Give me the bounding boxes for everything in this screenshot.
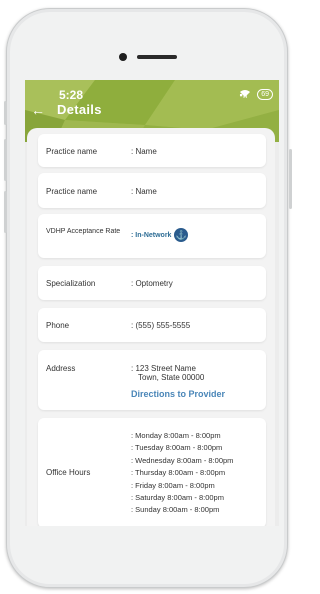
field-label: VDHP Acceptance Rate — [46, 228, 121, 235]
hours-row: : Monday 8:00am - 8:00pm — [131, 431, 221, 440]
address-card: Address : 123 Street Name Town, State 00… — [38, 350, 266, 410]
details-sheet: Practice name : Name Practice name : Nam… — [27, 128, 275, 526]
status-icons: ▪ıl 69 — [239, 89, 273, 100]
field-label: Phone — [46, 321, 70, 330]
field-value: : Optometry — [131, 279, 173, 288]
hours-row: : Saturday 8:00am - 8:00pm — [131, 493, 224, 503]
speaker-grille — [137, 55, 177, 59]
power-button — [289, 149, 292, 209]
battery-indicator: 69 — [257, 89, 273, 100]
practice-name-card: Practice name : Name — [38, 134, 266, 167]
specialization-card: Specialization : Optometry — [38, 266, 266, 300]
field-label: Practice name — [46, 147, 98, 156]
address-line2: Town, State 00000 — [138, 373, 205, 382]
field-value: : Name — [131, 187, 157, 196]
hours-row: : Thursday 8:00am - 8:00pm — [131, 468, 226, 478]
hours-row: : Tuesday 8:00am - 8:00pm — [131, 443, 223, 453]
front-camera — [119, 53, 127, 61]
acceptance-value: : In-Network ⚓ — [131, 228, 189, 242]
page-title: Details — [57, 102, 102, 117]
address-line1: : 123 Street Name — [131, 364, 196, 373]
office-hours-card: Office Hours : Monday 8:00am - 8:00pm : … — [38, 418, 266, 526]
volume-down-button — [4, 191, 7, 233]
directions-link[interactable]: Directions to Provider — [131, 389, 225, 399]
back-arrow-icon[interactable]: ← — [31, 102, 45, 118]
field-label: Practice name — [46, 187, 98, 196]
field-label: Specialization — [46, 279, 96, 288]
field-label: Office Hours — [46, 468, 91, 477]
in-network-text: : In-Network — [131, 232, 172, 240]
hours-row: : Friday 8:00am - 8:00pm — [131, 480, 215, 490]
hours-row: : Wednesday 8:00am - 8:00pm — [131, 455, 234, 465]
app-screen: 5:28 ▪ıl 69 ← Details Practice name : Na… — [25, 80, 279, 526]
volume-up-button — [4, 139, 7, 181]
phone-card: Phone : (555) 555-5555 — [38, 308, 266, 342]
hours-row: : Sunday 8:00am - 8:00pm — [131, 505, 220, 515]
practice-name-card: Practice name : Name — [38, 173, 266, 208]
phone-value[interactable]: : (555) 555-5555 — [131, 321, 190, 330]
anchor-icon: ⚓ — [174, 228, 189, 242]
mute-switch — [4, 101, 7, 125]
hours-list: : Monday 8:00am - 8:00pm : Tuesday 8:00a… — [131, 430, 233, 517]
acceptance-rate-card: VDHP Acceptance Rate : In-Network ⚓ — [38, 214, 266, 258]
field-label: Address — [46, 364, 76, 373]
field-value: : Name — [131, 147, 157, 156]
status-time: 5:28 — [59, 88, 84, 102]
